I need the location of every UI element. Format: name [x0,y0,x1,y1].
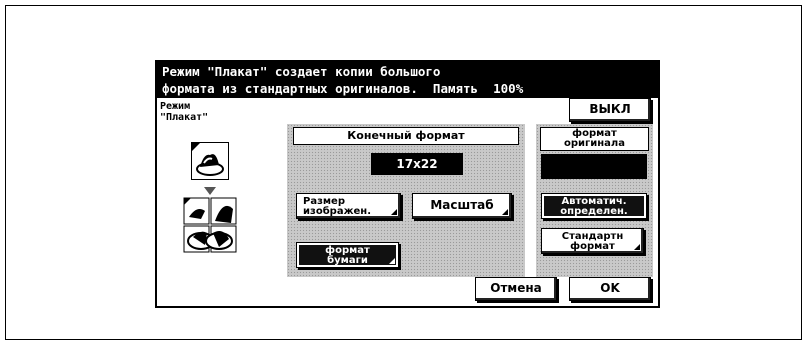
original-format-value [541,154,647,179]
standard-format-button[interactable]: Стандартн формат [541,228,644,254]
poster-mode-dialog: Режим "Плакат" создает копии большого фо… [155,60,660,308]
zoom-button-label: Масштаб [430,198,494,212]
ok-button-label: OK [600,281,620,295]
paper-format-line-2: бумаги [327,255,368,266]
off-button[interactable]: ВЫКЛ [569,98,651,122]
paper-format-corner-icon [389,258,395,264]
zoom-corner-icon [502,209,508,215]
mode-label-line-1: Режим [160,101,191,112]
standard-format-line-2: формат [570,241,615,252]
standard-format-corner-icon [634,244,640,250]
single-original-icon [191,142,229,180]
off-button-label: ВЫКЛ [589,102,631,116]
final-format-title: Конечный формат [293,127,519,145]
cancel-button-label: Отмена [490,281,542,295]
header-line-1: Режим "Плакат" создает копии большого [162,64,441,79]
mode-label: Режим "Плакат" [160,101,208,123]
auto-detect-line-2: определен. [560,206,628,217]
image-size-button[interactable]: Размер изображен. [296,193,401,219]
dialog-header: Режим "Плакат" создает копии большого фо… [157,62,658,98]
image-size-line-2: изображен. [303,206,372,217]
final-format-value-text: 17x22 [396,157,438,171]
original-format-title: формат оригинала [540,127,649,151]
final-format-title-text: Конечный формат [347,129,465,142]
mode-label-line-2: "Плакат" [160,112,209,123]
poster-split-icon [183,197,237,253]
down-arrow-icon [204,187,216,195]
auto-detect-button[interactable]: Автоматич. определен. [541,193,647,219]
header-line-2: формата из стандартных оригиналов. Памят… [162,81,524,96]
image-size-corner-icon [391,209,397,215]
dialog-body: Режим "Плакат" ВЫКЛ Конечный формат 17x2… [157,98,658,306]
cancel-button[interactable]: Отмена [475,277,557,301]
ok-button[interactable]: OK [569,277,651,301]
paper-format-button[interactable]: формат бумаги [296,242,399,268]
original-format-title-line-2: оригинала [564,138,625,149]
zoom-button[interactable]: Масштаб [412,193,512,219]
final-format-value: 17x22 [371,153,463,175]
